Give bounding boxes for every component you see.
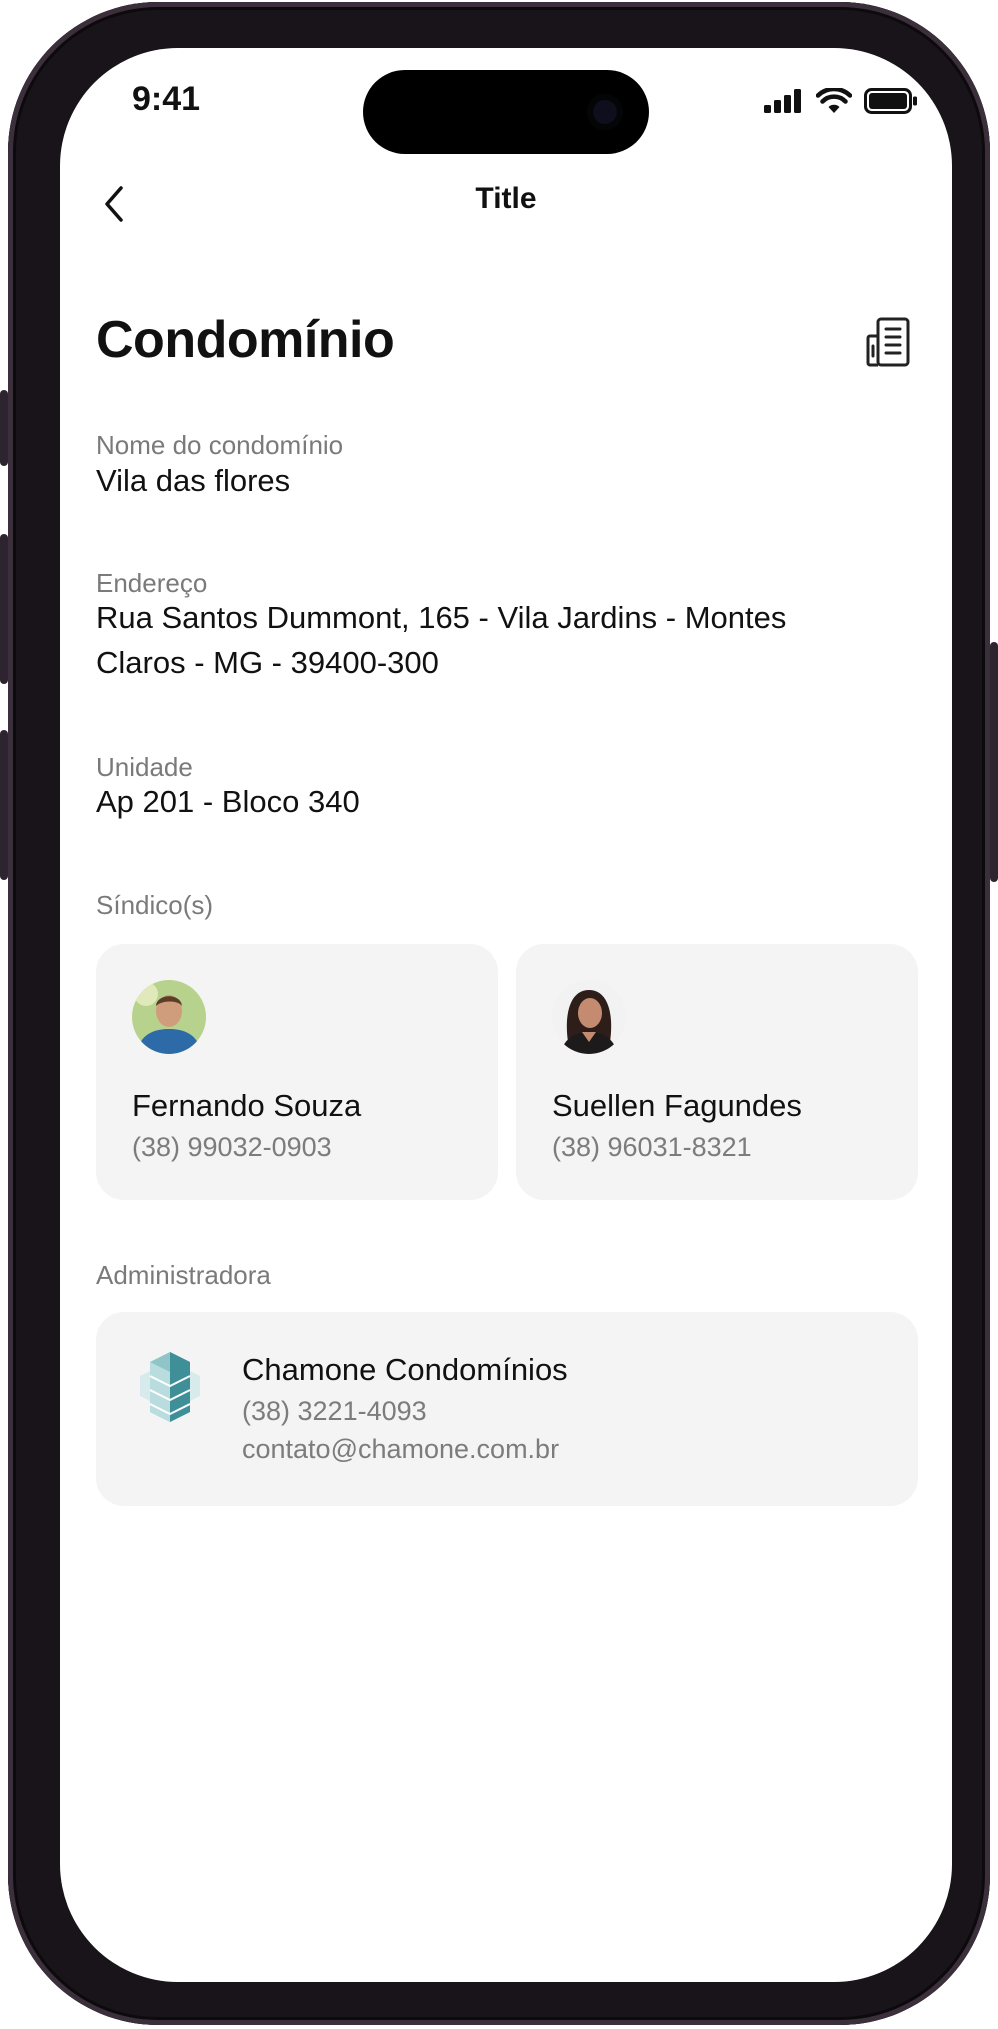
power-button: [990, 642, 998, 882]
address-line-2: Claros - MG - 39400-300: [96, 645, 439, 680]
sindico-phone: (38) 96031-8321: [552, 1132, 752, 1162]
screen: 9:41 Title Condomínio Nome do condomínio…: [60, 48, 952, 1982]
building-button[interactable]: [862, 314, 918, 370]
battery-icon: [864, 88, 917, 114]
unit-value: Ap 201 - Bloco 340: [96, 784, 360, 819]
building-logo-icon: [140, 1352, 200, 1422]
status-time: 9:41: [132, 80, 201, 118]
status-icons: [764, 88, 918, 114]
wifi-icon: [816, 88, 852, 113]
cellular-signal-icon: [764, 89, 801, 113]
avatar: [552, 980, 626, 1054]
nav-title: Title: [475, 182, 537, 215]
phone-frame: 9:41 Title Condomínio Nome do condomínio…: [0, 2, 998, 2025]
condo-name-label: Nome do condomínio: [96, 430, 344, 460]
company-logo: [130, 1346, 210, 1426]
action-button: [0, 390, 8, 466]
sindico-card[interactable]: Suellen Fagundes (38) 96031-8321: [516, 944, 918, 1200]
building-icon: [866, 317, 910, 367]
volume-down-button: [0, 730, 8, 880]
person-photo-icon: [552, 980, 626, 1054]
sindicos-label: Síndico(s): [96, 890, 214, 920]
volume-up-button: [0, 534, 8, 684]
sindico-phone: (38) 99032-0903: [132, 1132, 332, 1162]
dynamic-island: [363, 70, 649, 154]
avatar: [132, 980, 206, 1054]
address-line-1: Rua Santos Dummont, 165 - Vila Jardins -…: [96, 600, 787, 635]
sindico-card[interactable]: Fernando Souza (38) 99032-0903: [96, 944, 498, 1200]
administradora-label: Administradora: [96, 1260, 271, 1290]
sindico-name: Suellen Fagundes: [552, 1088, 802, 1123]
front-camera: [587, 94, 623, 130]
condo-name-value: Vila das flores: [96, 463, 291, 498]
sindico-name: Fernando Souza: [132, 1088, 362, 1123]
administradora-phone[interactable]: (38) 3221-4093: [242, 1396, 427, 1427]
administradora-card[interactable]: Chamone Condomínios (38) 3221-4093 conta…: [96, 1312, 918, 1506]
page-title: Condomínio: [96, 311, 395, 369]
administradora-name: Chamone Condomínios: [242, 1352, 568, 1387]
person-photo-icon: [132, 980, 206, 1054]
administradora-email[interactable]: contato@chamone.com.br: [242, 1434, 559, 1465]
